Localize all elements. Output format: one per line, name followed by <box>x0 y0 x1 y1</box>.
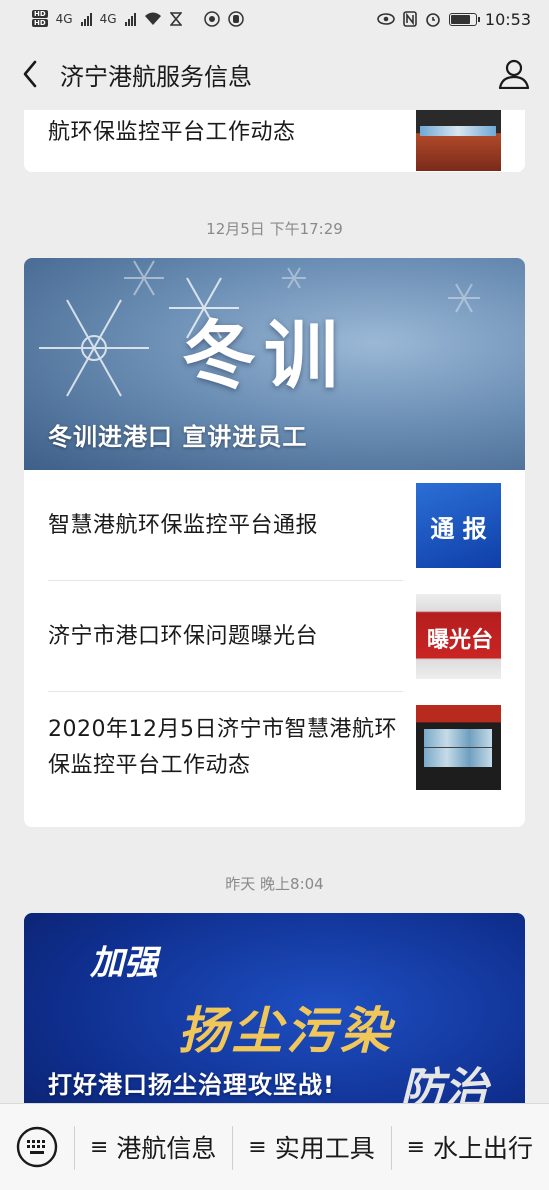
wifi-icon <box>144 12 161 25</box>
bottom-menu: ≡ 港航信息 ≡ 实用工具 ≡ 水上出行 <box>0 1103 549 1190</box>
eye-icon <box>377 13 395 25</box>
person-icon <box>498 59 530 89</box>
article-thumbnail <box>416 110 501 171</box>
menu-item-port-info[interactable]: ≡ 港航信息 <box>74 1104 232 1190</box>
signal-4g-label-2: 4G <box>99 12 117 26</box>
article-item[interactable]: 航环保监控平台工作动态 <box>24 110 525 172</box>
battery-icon <box>448 12 480 26</box>
article-group-card: 冬训 冬训进港口 宣讲进员工 智慧港航环保监控平台通报 通 报 济宁市港口环保问… <box>24 258 525 827</box>
keyboard-icon <box>16 1126 58 1168</box>
signal-icon-2 <box>124 12 136 26</box>
status-bar: HD HD 4G 4G 10:53 <box>0 0 549 38</box>
menu-hamburger-icon: ≡ <box>89 1134 109 1160</box>
article-group-card: 加强 扬尘污染 防治 打好港口扬尘治理攻坚战! <box>24 913 525 1103</box>
nav-bar: 济宁港航服务信息 <box>0 38 549 110</box>
article-item-1[interactable]: 智慧港航环保监控平台通报 通 报 <box>24 470 525 581</box>
keyboard-toggle-button[interactable] <box>0 1104 74 1190</box>
timestamp: 12月5日 下午17:29 <box>206 220 343 238</box>
signal-icon <box>80 12 92 26</box>
nfc-icon <box>403 11 417 27</box>
app-notification-icon <box>203 11 220 27</box>
article-title: 航环保监控平台工作动态 <box>48 120 296 145</box>
hourglass-icon <box>169 12 182 26</box>
thumbnail-text: 曝光台 <box>426 628 493 653</box>
cover-article[interactable]: 加强 扬尘污染 防治 打好港口扬尘治理攻坚战! <box>24 913 525 1103</box>
article-title: 智慧港航环保监控平台通报 <box>48 512 319 538</box>
cover-art-text: 冬训 <box>182 313 346 399</box>
cover-art-text-1: 加强 <box>90 943 158 983</box>
alarm-icon <box>426 13 440 27</box>
article-item-2[interactable]: 济宁市港口环保问题曝光台 曝光台 <box>24 581 525 692</box>
cover-art-text-2: 扬尘污染 <box>178 1001 394 1060</box>
cover-title: 打好港口扬尘治理攻坚战! <box>48 1071 335 1099</box>
menu-item-label: 水上出行 <box>433 1134 534 1163</box>
article-thumbnail: 通 报 <box>416 483 501 568</box>
article-card-partial[interactable]: 航环保监控平台工作动态 <box>24 110 525 172</box>
menu-item-water-travel[interactable]: ≡ 水上出行 <box>390 1104 549 1190</box>
cover-art-text-3: 防治 <box>400 1064 488 1103</box>
signal-4g-label-1: 4G <box>55 12 73 26</box>
message-feed[interactable]: 航环保监控平台工作动态 12月5日 下午17:29 冬训 冬训进港口 宣讲进员工 <box>0 110 549 1103</box>
cover-title: 冬训进港口 宣讲进员工 <box>48 423 308 451</box>
menu-hamburger-icon: ≡ <box>248 1134 267 1160</box>
profile-button[interactable] <box>479 38 549 110</box>
hd-icon: HD HD <box>32 10 48 27</box>
menu-item-label: 实用工具 <box>274 1134 375 1163</box>
back-button[interactable] <box>0 38 60 110</box>
clock-time: 10:53 <box>484 9 531 29</box>
article-title: 济宁市港口环保问题曝光台 <box>48 623 319 649</box>
page-title: 济宁港航服务信息 <box>60 62 252 91</box>
article-thumbnail: 曝光台 <box>416 594 501 679</box>
article-title: 2020年12月5日济宁市智慧港航环保监控平台工作动态 <box>48 716 397 778</box>
chevron-left-icon <box>23 60 37 88</box>
menu-hamburger-icon: ≡ <box>406 1134 426 1160</box>
menu-item-label: 港航信息 <box>116 1134 217 1163</box>
menu-item-tools[interactable]: ≡ 实用工具 <box>232 1104 390 1190</box>
article-item-3[interactable]: 2020年12月5日济宁市智慧港航环保监控平台工作动态 <box>24 692 525 803</box>
timestamp: 昨天 晚上8:04 <box>225 875 324 893</box>
article-thumbnail <box>416 705 501 790</box>
thumbnail-text: 通 报 <box>430 515 487 543</box>
cover-article[interactable]: 冬训 冬训进港口 宣讲进员工 <box>24 258 525 470</box>
hand-icon <box>227 11 244 27</box>
